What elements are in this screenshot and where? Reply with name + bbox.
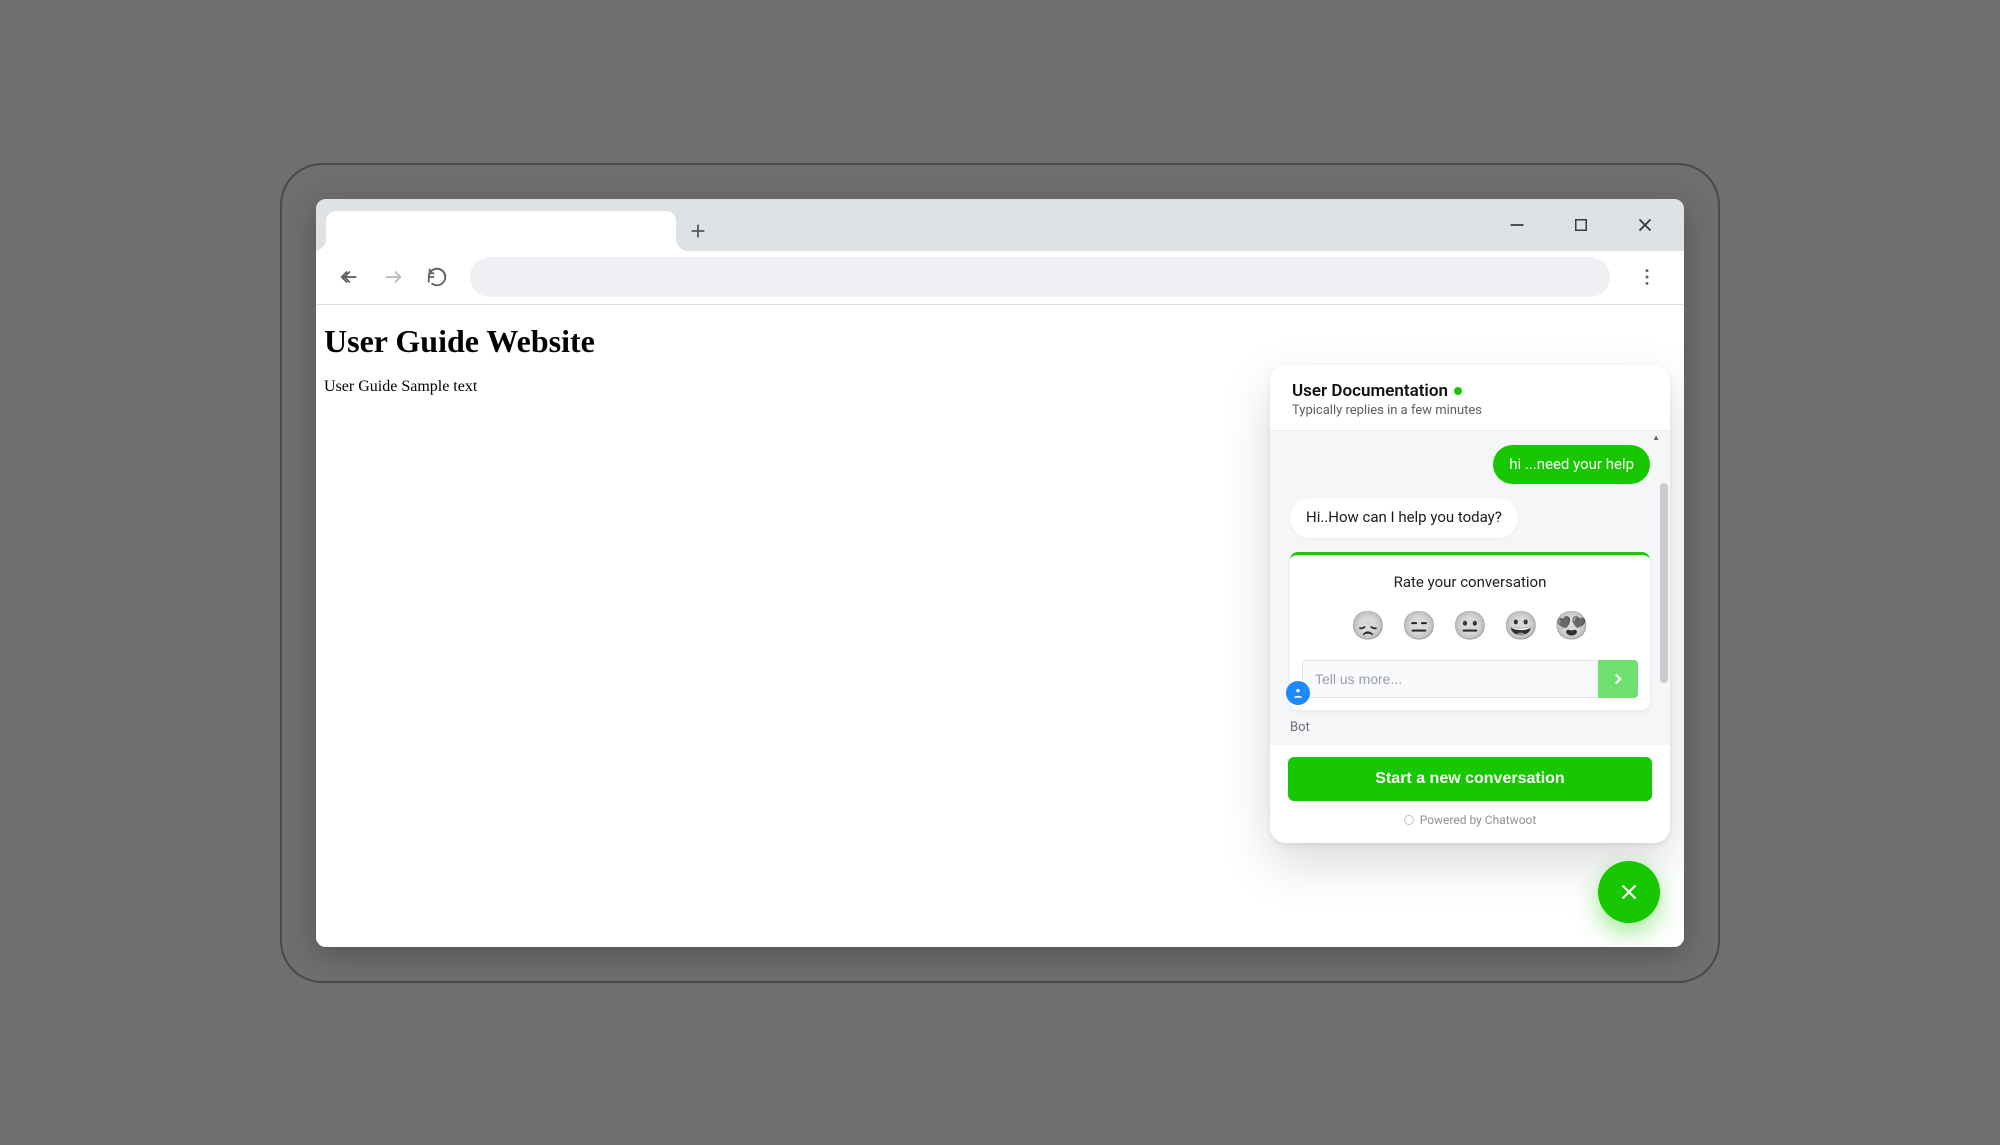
- browser-window: User Guide Website User Guide Sample tex…: [316, 199, 1684, 947]
- address-bar[interactable]: [470, 257, 1610, 297]
- nav-back-button[interactable]: [330, 258, 368, 296]
- page-content: User Guide Website User Guide Sample tex…: [316, 305, 1684, 947]
- chat-bubble-agent: Hi..How can I help you today?: [1290, 498, 1518, 538]
- powered-by-icon: [1404, 815, 1414, 825]
- csat-title: Rate your conversation: [1302, 573, 1638, 591]
- csat-input-row: [1302, 660, 1638, 698]
- chat-bubble-user: hi ...need your help: [1493, 445, 1650, 485]
- close-icon: [1634, 214, 1656, 236]
- reload-icon: [426, 266, 448, 288]
- csat-block: Rate your conversation 😞 😑 😐 😀 😍: [1290, 552, 1650, 735]
- powered-by-label: Powered by Chatwoot: [1420, 813, 1537, 827]
- csat-feedback-input[interactable]: [1302, 660, 1598, 698]
- csat-emoji-row: 😞 😑 😐 😀 😍: [1302, 609, 1638, 642]
- chat-close-fab[interactable]: [1598, 861, 1660, 923]
- plus-icon: [687, 220, 709, 242]
- chat-header: User Documentation Typically replies in …: [1270, 365, 1670, 430]
- chevron-right-icon: [1609, 670, 1627, 688]
- bot-avatar: [1286, 681, 1310, 705]
- chat-body: ▲ hi ...need your help Hi..How can I hel…: [1270, 430, 1670, 745]
- device-frame: User Guide Website User Guide Sample tex…: [280, 163, 1720, 983]
- browser-tab[interactable]: [326, 211, 676, 251]
- bot-icon: [1291, 686, 1305, 700]
- chat-scrollbar-thumb[interactable]: [1660, 483, 1668, 683]
- bot-label: Bot: [1290, 720, 1650, 735]
- chat-message-user: hi ...need your help: [1290, 445, 1650, 485]
- page-heading: User Guide Website: [324, 323, 1676, 360]
- close-icon: [1616, 879, 1642, 905]
- csat-emoji-3[interactable]: 😐: [1453, 609, 1488, 642]
- window-controls: [1502, 199, 1680, 251]
- chat-subheader: Typically replies in a few minutes: [1292, 403, 1648, 418]
- arrow-right-icon: [382, 266, 404, 288]
- chat-message-agent: Hi..How can I help you today?: [1290, 498, 1650, 538]
- csat-send-button[interactable]: [1598, 660, 1638, 698]
- start-new-conversation-button[interactable]: Start a new conversation: [1288, 757, 1652, 801]
- kebab-icon: [1636, 266, 1658, 288]
- browser-toolbar: [316, 251, 1684, 305]
- powered-by[interactable]: Powered by Chatwoot: [1288, 813, 1652, 827]
- browser-menu-button[interactable]: [1628, 258, 1666, 296]
- tab-strip: [316, 199, 1684, 251]
- csat-emoji-2[interactable]: 😑: [1402, 609, 1437, 642]
- window-maximize-button[interactable]: [1566, 210, 1596, 240]
- chat-title: User Documentation: [1292, 381, 1648, 401]
- csat-card: Rate your conversation 😞 😑 😐 😀 😍: [1290, 552, 1650, 710]
- online-status-dot: [1454, 387, 1462, 395]
- csat-emoji-4[interactable]: 😀: [1503, 609, 1538, 642]
- window-close-button[interactable]: [1630, 210, 1660, 240]
- scroll-up-arrow-icon[interactable]: ▲: [1652, 433, 1660, 442]
- csat-emoji-1[interactable]: 😞: [1351, 609, 1386, 642]
- chat-widget: User Documentation Typically replies in …: [1270, 365, 1670, 843]
- arrow-left-icon: [338, 266, 360, 288]
- window-minimize-button[interactable]: [1502, 210, 1532, 240]
- minimize-icon: [1506, 214, 1528, 236]
- chat-footer: Start a new conversation Powered by Chat…: [1270, 745, 1670, 843]
- csat-emoji-5[interactable]: 😍: [1554, 609, 1589, 642]
- chat-title-text: User Documentation: [1292, 381, 1448, 401]
- nav-forward-button[interactable]: [374, 258, 412, 296]
- chat-scrollbar[interactable]: [1660, 483, 1668, 735]
- maximize-icon: [1572, 216, 1590, 234]
- nav-reload-button[interactable]: [418, 258, 456, 296]
